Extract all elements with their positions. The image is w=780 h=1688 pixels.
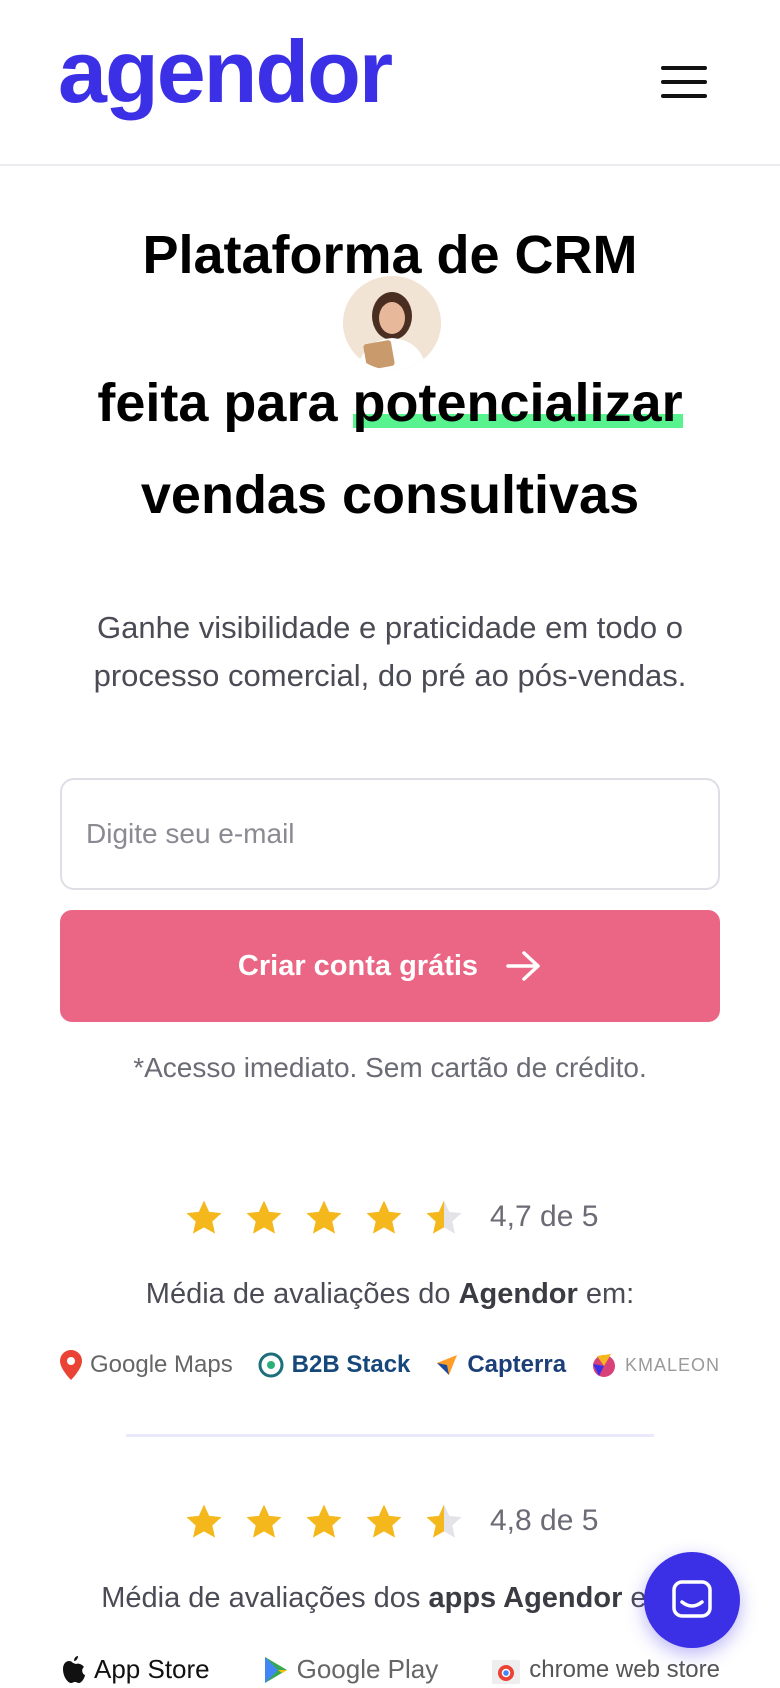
hero-title-line-3: vendas consultivas <box>140 465 640 525</box>
caption-bold: apps Agendor <box>428 1582 623 1614</box>
hero-title-highlight: potencializar <box>352 373 683 433</box>
kmaleon-icon <box>592 1354 615 1377</box>
caption-prefix: Média de avaliações dos <box>101 1582 429 1614</box>
chrome-icon <box>492 1659 521 1684</box>
platform-google-play[interactable]: Google Play <box>263 1654 438 1685</box>
hero-title-line-2: feita para potencializar <box>0 372 780 434</box>
platform-kmaleon[interactable]: KMALEON <box>591 1350 720 1380</box>
caption-suffix: em: <box>577 1278 635 1310</box>
hamburger-menu-icon[interactable] <box>658 62 710 102</box>
agendor-logo[interactable]: agendor <box>58 22 393 122</box>
platform-b2b-stack[interactable]: B2B Stack <box>258 1351 410 1379</box>
google-play-icon <box>264 1656 287 1683</box>
platform-capterra[interactable]: Capterra <box>435 1351 566 1379</box>
section-divider <box>126 1434 654 1437</box>
star-icon <box>306 1504 342 1538</box>
review-platforms: Google Maps B2B Stack Capterra KMALEON <box>60 1350 720 1380</box>
half-star-icon <box>426 1504 462 1538</box>
star-icon <box>186 1200 222 1234</box>
cta-label: Criar conta grátis <box>237 949 479 982</box>
create-free-account-button[interactable]: Criar conta grátis <box>60 910 720 1022</box>
signup-note: *Acesso imediato. Sem cartão de crédito. <box>133 1052 647 1083</box>
star-icon <box>306 1200 342 1234</box>
app-rating-stars <box>184 1502 464 1542</box>
platform-google-maps[interactable]: Google Maps <box>60 1350 233 1380</box>
email-input[interactable] <box>60 778 720 890</box>
reviews-caption: Média de avaliações do Agendor em: <box>0 1278 780 1311</box>
caption-bold: Agendor <box>458 1278 578 1310</box>
platform-app-store[interactable]: App Store <box>60 1654 210 1685</box>
hero-title-prefix: feita para <box>97 373 353 433</box>
platform-chrome-web-store[interactable]: chrome web store <box>491 1656 720 1684</box>
hero-subtitle: Ganhe visibilidade e praticidade em todo… <box>93 610 687 693</box>
b2b-stack-icon <box>258 1352 284 1378</box>
rating-stars <box>184 1198 464 1238</box>
star-icon <box>186 1504 222 1538</box>
map-pin-icon <box>60 1350 82 1380</box>
star-icon <box>246 1200 282 1234</box>
apple-icon <box>63 1655 85 1683</box>
chat-support-button[interactable] <box>644 1552 740 1648</box>
star-icon <box>246 1504 282 1538</box>
rating-value: 4,7 de 5 <box>490 1200 599 1233</box>
site-header: agendor <box>0 0 780 166</box>
half-star-icon <box>426 1200 462 1234</box>
star-icon <box>366 1200 402 1234</box>
app-rating-value: 4,8 de 5 <box>490 1504 599 1537</box>
capterra-icon <box>437 1355 458 1375</box>
star-icon <box>366 1504 402 1538</box>
sales-rep-avatar <box>343 276 441 370</box>
arrow-right-icon <box>506 951 540 981</box>
caption-prefix: Média de avaliações do <box>145 1278 459 1310</box>
chat-bubble-icon <box>672 1580 712 1618</box>
app-review-platforms: App Store Google Play chrome web store <box>60 1654 720 1685</box>
